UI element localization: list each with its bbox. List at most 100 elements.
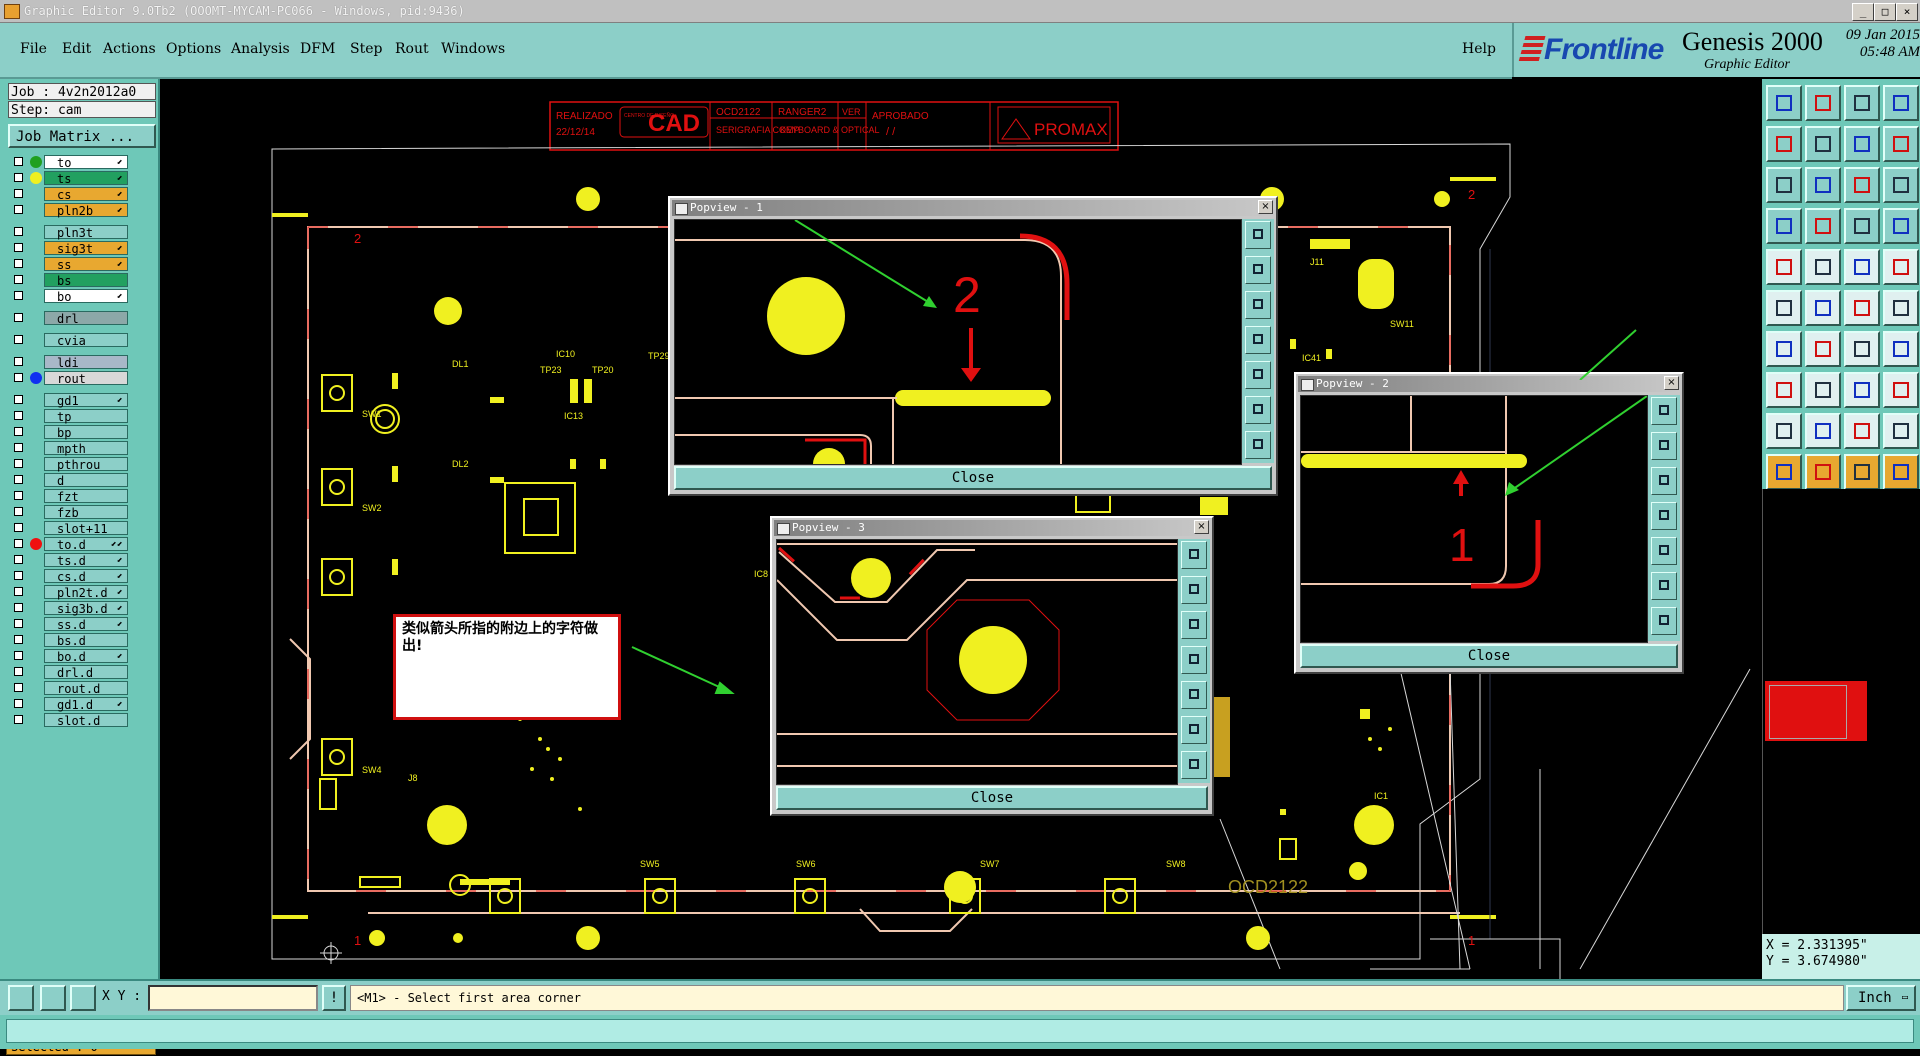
minimize-button[interactable]: _ [1852,3,1874,21]
layer-checkbox[interactable] [14,459,23,468]
layer-name[interactable]: to.d ⬋⬋ [44,537,128,552]
pv2-tool-6[interactable] [1651,572,1677,600]
layer-color-dot[interactable] [30,682,42,694]
line-red-tool-button[interactable] [1766,331,1802,367]
layer-row-3[interactable]: pln2b ⬋ [10,203,130,218]
layer-name[interactable]: ts.d ⬋ [44,553,128,568]
fill-black-tool-button[interactable] [1883,249,1919,285]
pv3-tool-3[interactable] [1181,611,1207,639]
pv2-tool-4[interactable] [1651,502,1677,530]
layer-row-14[interactable]: tp [10,409,130,424]
layer-name[interactable]: pln3t [44,225,128,240]
layer-name[interactable]: fzb [44,505,128,520]
layer-color-dot[interactable] [30,506,42,518]
layer-color-dot[interactable] [30,570,42,582]
measure-tool-button[interactable] [40,985,66,1011]
grid-tool-button[interactable] [70,985,96,1011]
layer-name[interactable]: drl.d [44,665,128,680]
menu-analysis[interactable]: Analysis [231,41,290,57]
pointer-4-tool-button[interactable] [1883,454,1919,490]
layer-color-dot[interactable] [30,474,42,486]
move-tool-button[interactable] [1883,290,1919,326]
popview-2-close-icon[interactable]: × [1664,376,1679,390]
layer-checkbox[interactable] [14,259,23,268]
layer-checkbox[interactable] [14,715,23,724]
snap-tool-button[interactable] [8,985,34,1011]
layer-row-11[interactable]: ldi [10,355,130,370]
menu-windows[interactable]: Windows [441,41,505,57]
pv3-tool-7[interactable] [1181,751,1207,779]
layer-checkbox[interactable] [14,335,23,344]
layer-checkbox[interactable] [14,555,23,564]
pv2-tool-5[interactable] [1651,537,1677,565]
pv1-tool-7[interactable] [1245,431,1271,459]
tri-red-tool-button[interactable] [1766,413,1802,449]
pad-select-tool-button[interactable] [1766,372,1802,408]
layer-name[interactable]: pln2t.d ⬋ [44,585,128,600]
layer-row-0[interactable]: to ⬋ [10,155,130,170]
layer-row-19[interactable]: fzt [10,489,130,504]
pointer-3-tool-button[interactable] [1844,454,1880,490]
layer-name[interactable]: bo.d ⬋ [44,649,128,664]
layer-row-6[interactable]: ss ⬋ [10,257,130,272]
pv1-tool-4[interactable] [1245,326,1271,354]
pv2-tool-2[interactable] [1651,432,1677,460]
job-matrix-button[interactable]: Job Matrix ... [8,124,156,148]
layer-color-dot[interactable] [30,356,42,368]
popview-3-close-button[interactable]: Close [776,786,1208,810]
layer-checkbox[interactable] [14,443,23,452]
layer-name[interactable]: ss.d ⬋ [44,617,128,632]
layer-color-dot[interactable] [30,426,42,438]
cross-tool-button[interactable] [1805,290,1841,326]
layer-row-30[interactable]: drl.d [10,665,130,680]
layer-row-26[interactable]: sig3b.d ⬋ [10,601,130,616]
layer-color-dot[interactable] [30,602,42,614]
layer-name[interactable]: ss ⬋ [44,257,128,272]
layer-name[interactable]: cs.d ⬋ [44,569,128,584]
layer-checkbox[interactable] [14,157,23,166]
layer-name[interactable]: tp [44,409,128,424]
layer-name[interactable]: ldi [44,355,128,370]
pv1-tool-6[interactable] [1245,396,1271,424]
pv2-tool-7[interactable] [1651,607,1677,635]
layer-checkbox[interactable] [14,395,23,404]
stroke-line-tool-button[interactable] [1844,249,1880,285]
zoom-home-tool-button[interactable] [1766,85,1802,121]
layer-name[interactable]: to ⬋ [44,155,128,170]
layer-checkbox[interactable] [14,539,23,548]
layer-checkbox[interactable] [14,699,23,708]
layer-checkbox[interactable] [14,205,23,214]
layer-color-dot[interactable] [30,372,42,384]
layer-name[interactable]: mpth [44,441,128,456]
layer-row-22[interactable]: to.d ⬋⬋ [10,537,130,552]
layer-row-28[interactable]: bs.d [10,633,130,648]
pointer-tool-button[interactable] [1766,454,1802,490]
layer-row-10[interactable]: cvia [10,333,130,348]
layer-name[interactable]: cs ⬋ [44,187,128,202]
pan-right-tool-button[interactable] [1805,126,1841,162]
tri-outline-tool-button[interactable] [1844,413,1880,449]
layer-checkbox[interactable] [14,173,23,182]
menu-dfm[interactable]: DFM [300,41,335,57]
tri-blue-tool-button[interactable] [1805,413,1841,449]
popview-2-view[interactable]: 1 [1300,395,1648,643]
layer-color-dot[interactable] [30,554,42,566]
layer-row-23[interactable]: ts.d ⬋ [10,553,130,568]
layer-name[interactable]: gd1 ⬋ [44,393,128,408]
arc-tool-button[interactable] [1844,331,1880,367]
layer-color-dot[interactable] [30,698,42,710]
pv3-tool-6[interactable] [1181,716,1207,744]
layer-checkbox[interactable] [14,357,23,366]
pan-left-tool-button[interactable] [1766,126,1802,162]
flag-tool-button[interactable] [1883,331,1919,367]
layer-name[interactable]: ts ⬋ [44,171,128,186]
menu-file[interactable]: File [20,41,47,57]
layer-color-dot[interactable] [30,714,42,726]
menu-rout[interactable]: Rout [395,41,429,57]
layer-color-dot[interactable] [30,172,42,184]
layer-row-13[interactable]: gd1 ⬋ [10,393,130,408]
pv2-tool-3[interactable] [1651,467,1677,495]
menu-step[interactable]: Step [350,41,382,57]
layer-color-dot[interactable] [30,538,42,550]
layer-row-12[interactable]: rout [10,371,130,386]
